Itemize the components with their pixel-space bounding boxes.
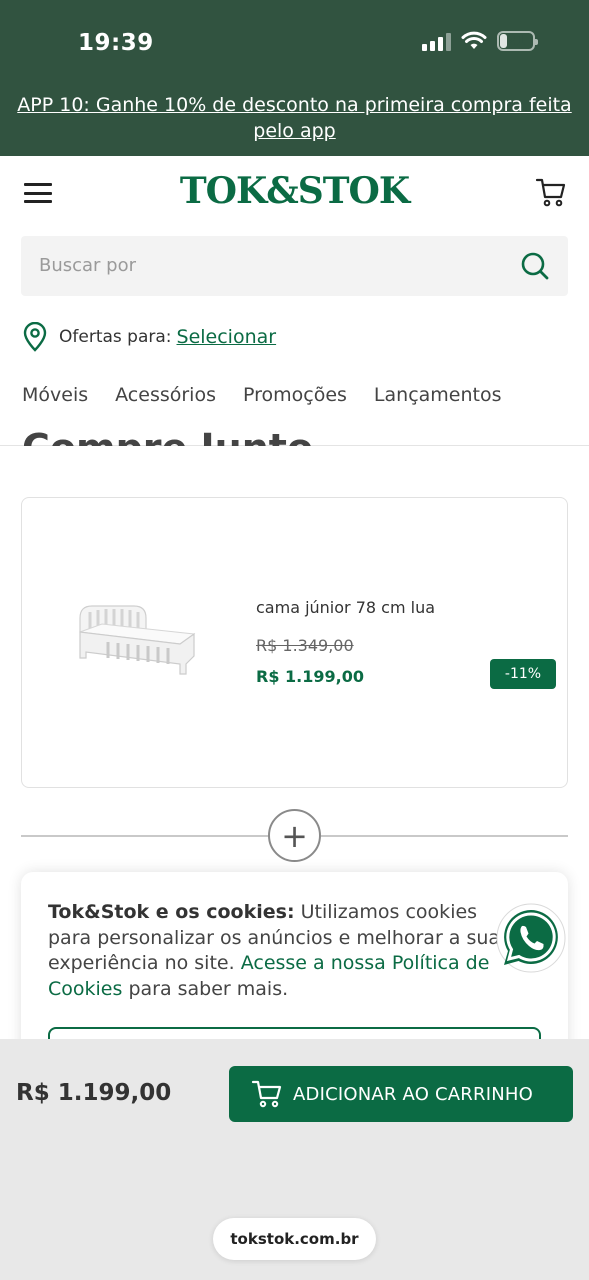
product-old-price: R$ 1.349,00 — [256, 636, 354, 655]
add-to-cart-button[interactable]: ADICIONAR AO CARRINHO — [229, 1066, 573, 1122]
category-nav: Móveis Acessórios Promoções Lançamentos — [22, 384, 529, 406]
product-image[interactable] — [72, 598, 202, 688]
nav-item-lancamentos[interactable]: Lançamentos — [374, 384, 502, 406]
nav-item-acessorios[interactable]: Acessórios — [115, 384, 216, 406]
promo-banner-link[interactable]: APP 10: Ganhe 10% de desconto na primeir… — [0, 92, 589, 144]
site-logo[interactable]: TOK&STOK — [0, 170, 589, 212]
whatsapp-icon[interactable] — [495, 902, 567, 974]
browser-url-bar[interactable]: tokstok.com.br — [213, 1218, 376, 1260]
url-text: tokstok.com.br — [230, 1230, 359, 1248]
signal-icon — [422, 31, 451, 51]
discount-badge: -11% — [490, 659, 556, 689]
cart-icon — [251, 1080, 282, 1108]
nav-item-moveis[interactable]: Móveis — [22, 384, 88, 406]
add-combo-button[interactable]: + — [268, 809, 321, 862]
battery-icon: 21 — [497, 31, 538, 51]
bottom-price: R$ 1.199,00 — [16, 1080, 172, 1106]
status-icons: 21 — [422, 31, 538, 51]
product-price: R$ 1.199,00 — [256, 667, 364, 686]
bottom-purchase-bar: R$ 1.199,00 ADICIONAR AO CARRINHO toksto… — [0, 1039, 589, 1280]
product-card[interactable]: cama júnior 78 cm lua R$ 1.349,00 R$ 1.1… — [21, 497, 568, 788]
search-bar[interactable]: Buscar por — [21, 236, 568, 296]
offers-location: Ofertas para: Selecionar — [22, 322, 276, 352]
select-location-link[interactable]: Selecionar — [177, 326, 277, 348]
cookie-suffix: para saber mais. — [128, 977, 289, 1000]
search-icon[interactable] — [520, 251, 550, 281]
cookie-text: Tok&Stok e os cookies: Utilizamos cookie… — [48, 900, 518, 1002]
add-to-cart-label: ADICIONAR AO CARRINHO — [293, 1083, 533, 1105]
top-banner: 19:39 21 APP 10: Ganhe 10% de desconto n… — [0, 0, 589, 156]
cookie-banner: Tok&Stok e os cookies: Utilizamos cookie… — [21, 872, 568, 1047]
cart-icon[interactable] — [535, 176, 567, 208]
wifi-icon — [461, 31, 487, 49]
offers-label: Ofertas para: — [59, 327, 172, 347]
section-title: Compre Junto — [22, 420, 313, 446]
nav-item-promocoes[interactable]: Promoções — [243, 384, 347, 406]
product-name[interactable]: cama júnior 78 cm lua — [256, 598, 435, 617]
status-time: 19:39 — [78, 30, 154, 56]
battery-level: 21 — [506, 33, 526, 49]
search-input[interactable]: Buscar por — [39, 255, 136, 276]
location-pin-icon — [23, 322, 47, 352]
site-header: TOK&STOK Buscar por Ofertas para: Seleci… — [0, 156, 589, 446]
cookie-title: Tok&Stok e os cookies: — [48, 901, 295, 923]
